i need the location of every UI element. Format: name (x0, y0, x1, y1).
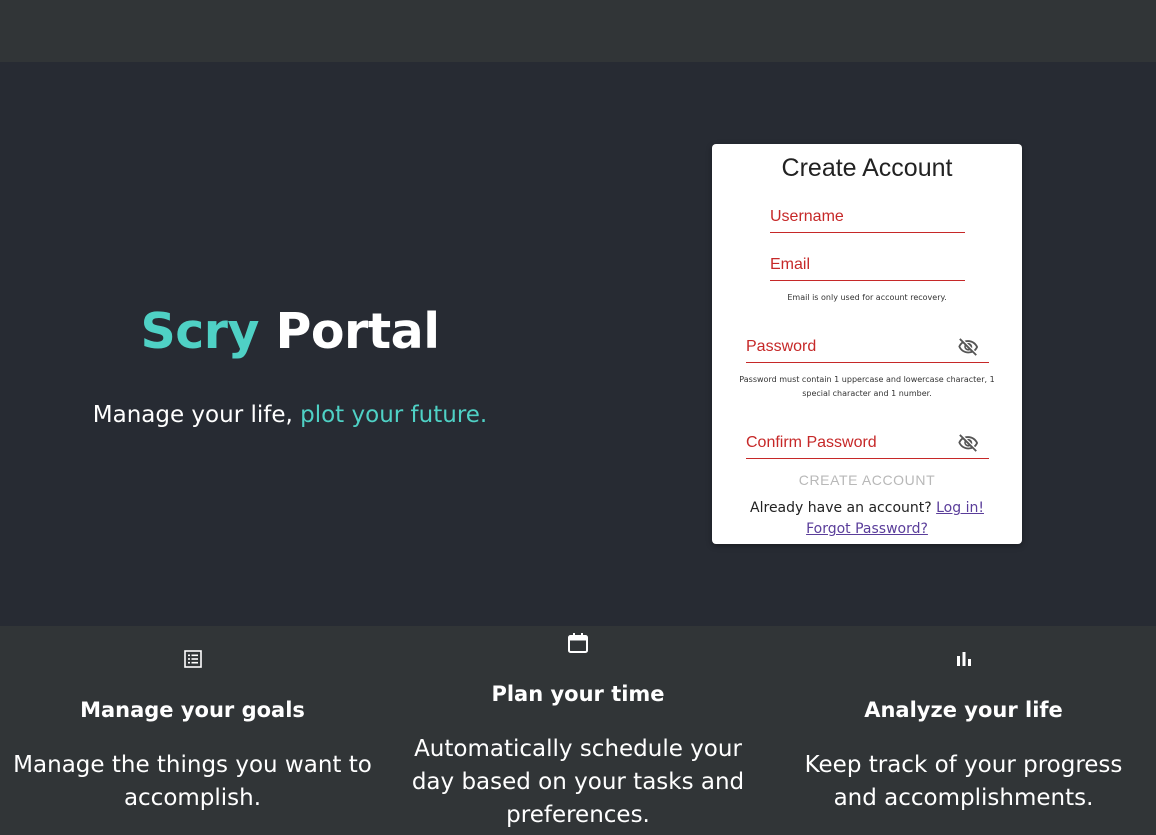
email-field (770, 254, 965, 281)
brand-title: Scry Portal (0, 300, 580, 364)
features-section: Manage your goals Manage the things you … (0, 626, 1156, 835)
login-link[interactable]: Log in! (936, 500, 984, 516)
visibility-off-icon[interactable] (955, 336, 981, 358)
feature-text: Automatically schedule your day based on… (411, 736, 745, 828)
visibility-off-icon[interactable] (955, 432, 981, 454)
feature-plan-time: Plan your time Automatically schedule yo… (385, 626, 771, 835)
top-app-bar (0, 0, 1156, 62)
feature-text: Manage the things you want to accomplish… (13, 752, 372, 811)
feature-title: Manage your goals (80, 698, 305, 722)
create-account-card: Create Account Email is only used for ac… (712, 144, 1022, 544)
create-account-button[interactable]: CREATE ACCOUNT (712, 472, 1022, 488)
card-title: Create Account (781, 154, 953, 182)
feature-title: Plan your time (491, 682, 665, 706)
tagline: Manage your life, plot your future. (0, 402, 580, 428)
brand-accent-word: Scry (140, 303, 259, 360)
confirm-password-field (746, 432, 989, 459)
email-input[interactable] (770, 254, 965, 276)
forgot-password-link[interactable]: Forgot Password? (806, 521, 928, 537)
password-helper-text: Password must contain 1 uppercase and lo… (739, 375, 995, 398)
confirm-password-input[interactable] (746, 432, 989, 454)
brand-rest-word: Portal (275, 303, 440, 360)
email-helper-text: Email is only used for account recovery. (787, 293, 947, 302)
list-icon (183, 650, 202, 672)
feature-analyze-life: Analyze your life Keep track of your pro… (771, 626, 1156, 835)
username-field (770, 206, 965, 233)
forgot-password-line: Forgot Password? (712, 521, 1022, 537)
feature-title: Analyze your life (864, 698, 1063, 722)
feature-text: Keep track of your progress and accompli… (804, 752, 1123, 811)
feature-manage-goals: Manage your goals Manage the things you … (0, 626, 385, 835)
login-prompt-text: Already have an account? (750, 500, 932, 516)
tagline-plain: Manage your life, (92, 402, 301, 428)
username-input[interactable] (770, 206, 965, 228)
calendar-icon (567, 632, 589, 658)
bar-chart-icon (955, 650, 973, 672)
login-prompt-line: Already have an account? Log in! (712, 500, 1022, 516)
password-field (746, 336, 989, 363)
tagline-accent: plot your future. (300, 402, 488, 428)
password-input[interactable] (746, 336, 989, 358)
